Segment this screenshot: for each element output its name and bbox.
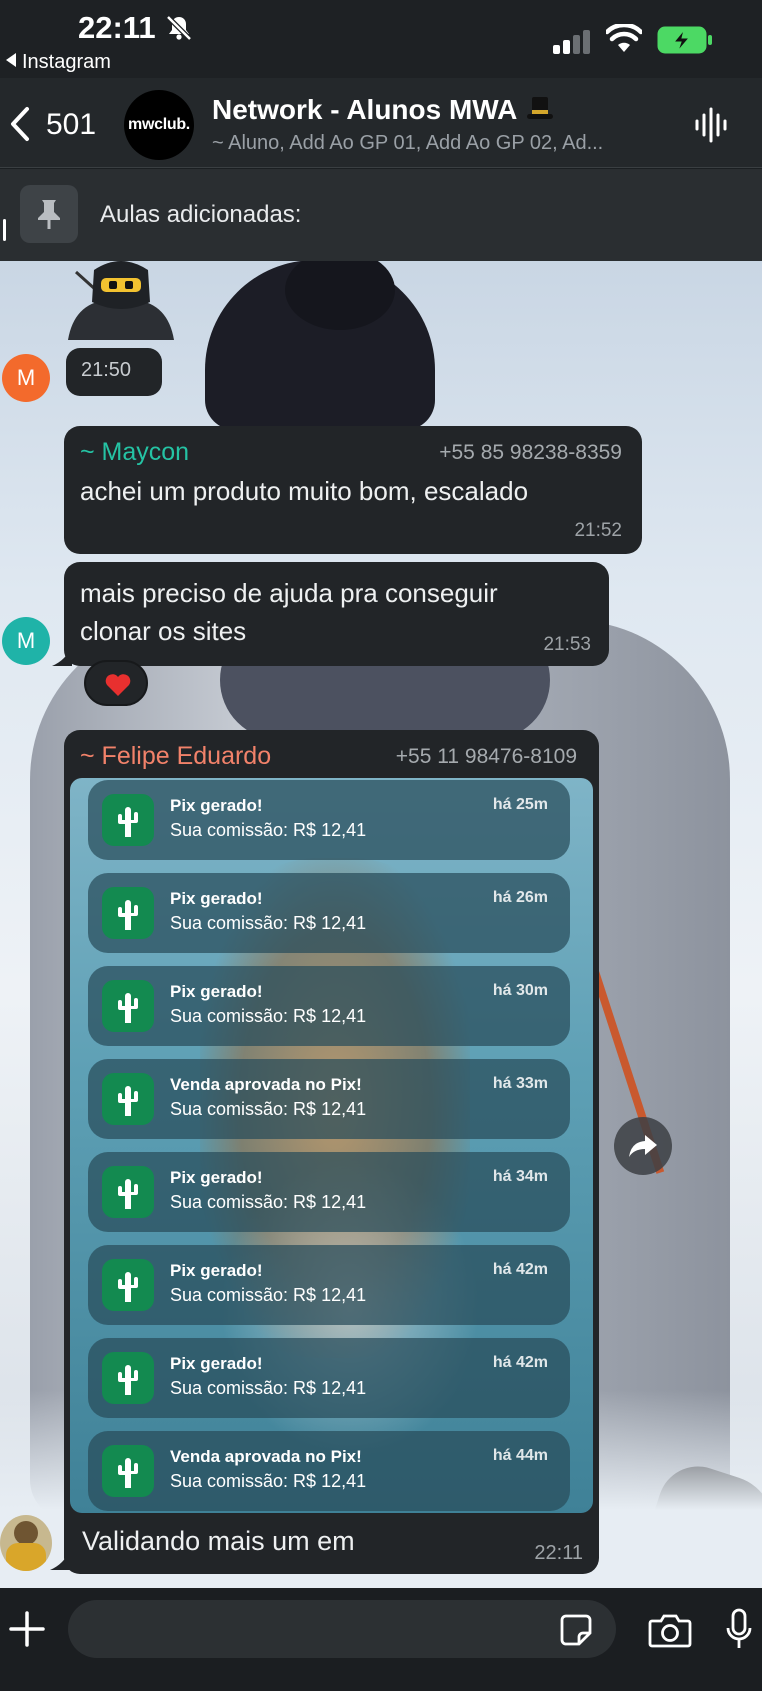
top-hat-icon xyxy=(527,95,554,121)
notification-card: Pix gerado! Sua comissão: R$ 12,41 há 26m xyxy=(88,873,570,953)
notification-title: Venda aprovada no Pix! xyxy=(170,1075,362,1094)
message-time: 22:11 xyxy=(534,1542,583,1564)
notification-card: Pix gerado! Sua comissão: R$ 12,41 há 42m xyxy=(88,1338,570,1418)
message-text-line: mais preciso de ajuda pra conseguir xyxy=(80,578,498,608)
message-composer xyxy=(0,1588,762,1691)
screenshot-image[interactable]: Pix gerado! Sua comissão: R$ 12,41 há 25m P… xyxy=(70,778,593,1513)
pinned-indicator xyxy=(3,219,6,241)
sender-phone: +55 11 98476-8109 xyxy=(395,745,577,768)
status-bar: 22:11 Instagram xyxy=(0,0,762,78)
sender-name[interactable]: ~ Maycon xyxy=(80,438,189,467)
notification-card: Pix gerado! Sua comissão: R$ 12,41 há 42m xyxy=(88,1245,570,1325)
message-bubble[interactable]: mais preciso de ajuda pra conseguir clon… xyxy=(64,562,609,666)
media-caption: Validando mais um em xyxy=(82,1526,355,1556)
pin-icon xyxy=(20,185,78,243)
cactus-app-icon xyxy=(102,1352,154,1404)
cactus-app-icon xyxy=(102,1259,154,1311)
message-bubble[interactable]: ~ Maycon +55 85 98238-8359 achei um prod… xyxy=(64,426,642,554)
pinned-text: Aulas adicionadas: xyxy=(100,201,302,228)
message-text: achei um produto muito bom, escalado xyxy=(80,476,529,506)
clock: 22:11 xyxy=(78,10,156,45)
forward-button[interactable] xyxy=(614,1117,672,1175)
notification-title: Pix gerado! xyxy=(170,1354,263,1373)
notification-body: Sua comissão: R$ 12,41 xyxy=(170,820,367,840)
notification-age: há 25m xyxy=(492,796,548,813)
back-to-app-link[interactable]: Instagram xyxy=(6,51,111,74)
sender-name[interactable]: ~ Felipe Eduardo xyxy=(80,742,271,771)
signal-icon xyxy=(553,28,593,54)
heart-icon xyxy=(105,674,131,696)
message-time: 21:52 xyxy=(574,520,622,541)
camera-icon[interactable] xyxy=(648,1612,692,1648)
notification-age: há 44m xyxy=(492,1447,548,1464)
notification-title: Pix gerado! xyxy=(170,796,263,815)
notification-title: Pix gerado! xyxy=(170,889,263,908)
notification-body: Sua comissão: R$ 12,41 xyxy=(170,1006,367,1026)
notification-card: Pix gerado! Sua comissão: R$ 12,41 há 30m xyxy=(88,966,570,1046)
bubble-tail xyxy=(50,1550,70,1570)
sticker-time: 21:50 xyxy=(81,359,132,381)
message-text-line: clonar os sites xyxy=(80,616,247,646)
notification-body: Sua comissão: R$ 12,41 xyxy=(170,913,367,933)
group-title-text: Network - Alunos MWA xyxy=(212,94,518,125)
bubble-tail xyxy=(52,646,72,666)
sticker-icon[interactable] xyxy=(560,1614,592,1646)
notification-title: Pix gerado! xyxy=(170,1261,263,1280)
unread-count[interactable]: 501 xyxy=(46,108,96,142)
sticker-timestamp: 21:50 xyxy=(66,348,162,396)
cactus-app-icon xyxy=(102,794,154,846)
ninja-sticker[interactable] xyxy=(66,260,176,340)
bell-off-icon xyxy=(166,15,192,41)
message-time: 21:53 xyxy=(543,634,591,655)
microphone-icon[interactable] xyxy=(726,1608,752,1650)
group-members[interactable]: ~ Aluno, Add Ao GP 01, Add Ao GP 02, Ad.… xyxy=(212,132,672,155)
notification-card: Pix gerado! Sua comissão: R$ 12,41 há 25m xyxy=(88,780,570,860)
back-arrow-icon xyxy=(6,53,16,67)
notification-body: Sua comissão: R$ 12,41 xyxy=(170,1192,367,1212)
sender-phone: +55 85 98238-8359 xyxy=(439,441,622,464)
message-input[interactable] xyxy=(68,1600,616,1658)
sender-avatar[interactable]: M xyxy=(2,617,50,665)
back-app-label: Instagram xyxy=(22,51,111,73)
notification-title: Pix gerado! xyxy=(170,1168,263,1187)
notification-age: há 26m xyxy=(492,889,548,906)
plus-icon[interactable] xyxy=(8,1610,46,1648)
cactus-app-icon xyxy=(102,1166,154,1218)
notification-body: Sua comissão: R$ 12,41 xyxy=(170,1099,367,1119)
group-avatar[interactable]: mwclub. xyxy=(124,90,194,160)
cactus-app-icon xyxy=(102,980,154,1032)
notification-body: Sua comissão: R$ 12,41 xyxy=(170,1378,367,1398)
forward-icon xyxy=(629,1135,657,1157)
notification-title: Venda aprovada no Pix! xyxy=(170,1447,362,1466)
battery-charging-icon xyxy=(657,26,712,54)
notification-age: há 30m xyxy=(492,982,548,999)
cactus-app-icon xyxy=(102,1445,154,1497)
cactus-app-icon xyxy=(102,887,154,939)
notification-age: há 33m xyxy=(492,1075,548,1092)
notification-card: Pix gerado! Sua comissão: R$ 12,41 há 34m xyxy=(88,1152,570,1232)
notification-age: há 34m xyxy=(492,1168,548,1185)
heart-reaction[interactable] xyxy=(84,660,148,706)
notification-age: há 42m xyxy=(492,1261,548,1278)
chat-header: 501 mwclub. Network - Alunos MWA ~ Aluno… xyxy=(0,78,762,168)
voice-chat-icon[interactable] xyxy=(694,106,728,144)
media-message-bubble[interactable]: ~ Felipe Eduardo +55 11 98476-8109 Pix g… xyxy=(64,730,599,1574)
sender-avatar[interactable]: M xyxy=(2,354,50,402)
notification-card: Venda aprovada no Pix! Sua comissão: R$ 1… xyxy=(88,1431,570,1511)
notification-body: Sua comissão: R$ 12,41 xyxy=(170,1471,367,1491)
notification-body: Sua comissão: R$ 12,41 xyxy=(170,1285,367,1305)
back-chevron-icon[interactable] xyxy=(8,106,32,142)
pinned-message-bar[interactable]: Aulas adicionadas: xyxy=(0,169,762,261)
cactus-app-icon xyxy=(102,1073,154,1125)
notification-title: Pix gerado! xyxy=(170,982,263,1001)
notification-age: há 42m xyxy=(492,1354,548,1371)
notification-card: Venda aprovada no Pix! Sua comissão: R$ 1… xyxy=(88,1059,570,1139)
sender-avatar[interactable] xyxy=(0,1515,52,1571)
wifi-icon xyxy=(606,24,642,52)
group-title[interactable]: Network - Alunos MWA xyxy=(212,94,554,126)
